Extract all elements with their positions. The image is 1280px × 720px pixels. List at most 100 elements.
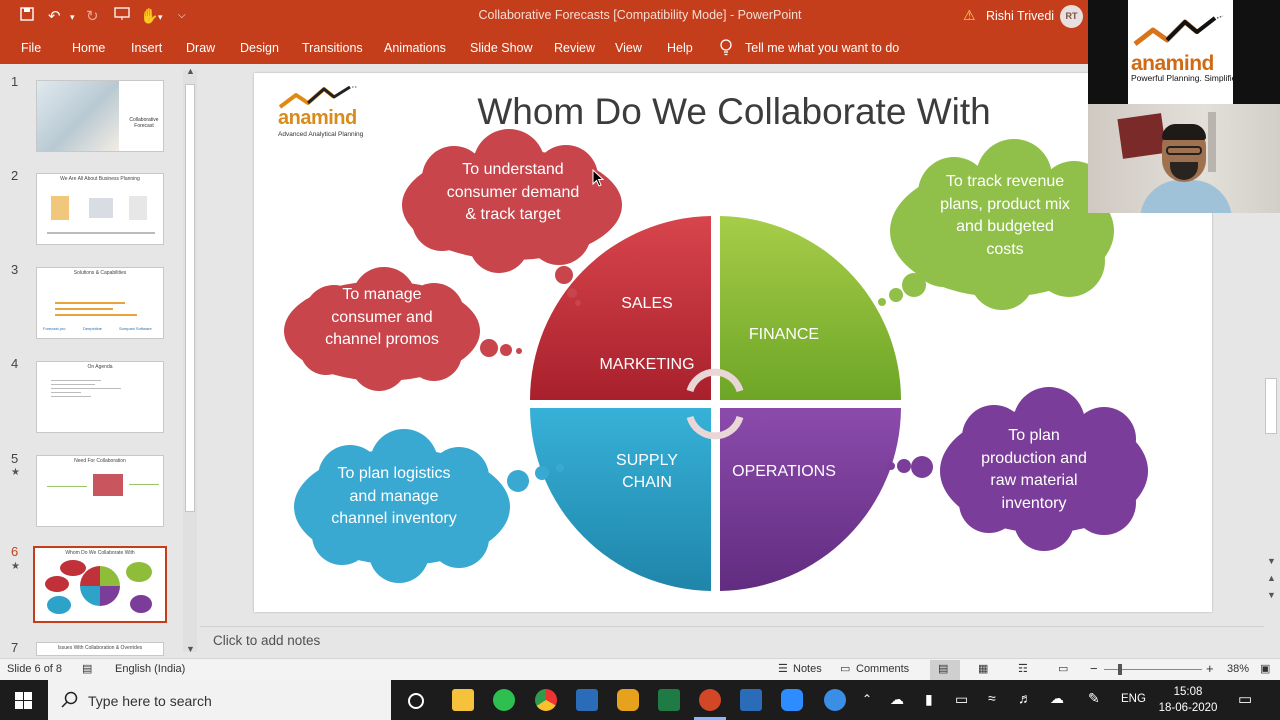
- slide-thumbnail-7[interactable]: Issues With Collaboration & Overrides: [36, 642, 164, 656]
- slide-counter[interactable]: Slide 6 of 8: [7, 663, 62, 675]
- zoom-slider-handle[interactable]: [1118, 664, 1122, 675]
- slideshow-icon[interactable]: ▭: [1058, 662, 1068, 675]
- clock-time: 15:08: [1173, 686, 1203, 698]
- thumb-graphic: [93, 474, 123, 496]
- thumb-bar: [51, 380, 101, 381]
- thumb-title: On Agenda: [87, 364, 113, 370]
- tray-chevron-icon[interactable]: ⌃: [862, 692, 872, 706]
- tab-slide-show[interactable]: Slide Show: [470, 41, 533, 55]
- next-slide-icon[interactable]: ▼: [1267, 590, 1276, 600]
- excel-icon[interactable]: [658, 689, 680, 711]
- tab-design[interactable]: Design: [240, 41, 279, 55]
- language-indicator[interactable]: English (India): [115, 663, 185, 675]
- warning-icon[interactable]: ⚠: [963, 7, 976, 24]
- thumb-diagram: [45, 560, 152, 614]
- quadrant-label-marketing: MARKETING: [599, 356, 695, 373]
- tab-insert[interactable]: Insert: [131, 41, 162, 55]
- taskbar-search-box[interactable]: Type here to search: [48, 680, 391, 720]
- slide-thumbnail-5[interactable]: Need For Collaboration: [36, 455, 164, 527]
- quadrant-label-finance: FINANCE: [748, 326, 820, 343]
- comment-icon[interactable]: ▭: [840, 662, 850, 675]
- thumb-number: 1: [11, 74, 19, 89]
- file-explorer-icon[interactable]: [452, 689, 474, 711]
- thumb-bar: [47, 232, 155, 234]
- thumb-photo: [37, 81, 119, 151]
- search-placeholder: Type here to search: [88, 693, 212, 709]
- clock-date: 18-06-2020: [1158, 702, 1218, 714]
- slide-thumbnail-1[interactable]: Collaborative Forecast: [36, 80, 164, 152]
- tell-me-search[interactable]: Tell me what you want to do: [745, 41, 899, 55]
- input-language[interactable]: ENG: [1121, 693, 1146, 705]
- thumb-title: Solutions & Capabilities: [73, 270, 127, 276]
- windows-start-icon[interactable]: [15, 692, 32, 709]
- comments-toggle[interactable]: Comments: [856, 663, 909, 675]
- notes-pane[interactable]: Click to add notes: [200, 626, 1264, 658]
- thumb-bar: [55, 302, 125, 304]
- fit-slide-icon[interactable]: ▣: [1260, 662, 1270, 675]
- thumb-number: 6: [11, 544, 19, 559]
- reading-view-icon[interactable]: ☶: [1018, 662, 1028, 675]
- app-icon[interactable]: [576, 689, 598, 711]
- slide-canvas[interactable]: anamind Advanced Analytical Planning Who…: [254, 73, 1212, 612]
- notes-icon[interactable]: ☰: [778, 662, 788, 675]
- thumb-title: We Are All About Business Planning: [60, 176, 140, 182]
- wifi-icon[interactable]: ≈: [988, 690, 996, 706]
- notes-placeholder[interactable]: Click to add notes: [213, 633, 320, 648]
- lightbulb-icon[interactable]: [718, 38, 734, 56]
- battery-icon[interactable]: ▭: [955, 691, 968, 708]
- app-icon[interactable]: [740, 689, 762, 711]
- tab-review[interactable]: Review: [554, 41, 595, 55]
- tab-home[interactable]: Home: [72, 41, 105, 55]
- chrome-icon[interactable]: [535, 689, 557, 711]
- tab-draw[interactable]: Draw: [186, 41, 215, 55]
- thumb-logo: Sompani Software: [119, 326, 152, 331]
- scroll-down-icon[interactable]: ▼: [1267, 556, 1276, 566]
- zoom-level[interactable]: 38%: [1227, 663, 1249, 675]
- avatar[interactable]: RT: [1060, 5, 1083, 28]
- zoom-app-icon[interactable]: [781, 689, 803, 711]
- volume-icon[interactable]: ♬: [1018, 690, 1032, 706]
- usb-icon[interactable]: ▮: [925, 691, 933, 708]
- tab-file[interactable]: File: [21, 41, 41, 55]
- logo-chart-icon: [1133, 15, 1224, 46]
- whatsapp-icon[interactable]: [493, 689, 515, 711]
- user-name[interactable]: Rishi Trivedi: [986, 9, 1054, 23]
- scroll-down-icon[interactable]: ▼: [186, 644, 195, 654]
- slide-thumbnail-4[interactable]: On Agenda: [36, 361, 164, 433]
- cortana-icon[interactable]: [406, 691, 426, 711]
- spellcheck-icon[interactable]: ▤: [82, 662, 92, 675]
- tab-transitions[interactable]: Transitions: [302, 41, 363, 55]
- cloud-sync-icon[interactable]: ☁: [1050, 690, 1064, 707]
- finance-quadrant: [720, 216, 901, 400]
- logo-tagline: Powerful Planning. Simplified: [1131, 73, 1242, 83]
- tab-animations[interactable]: Animations: [384, 41, 446, 55]
- quadrant-label-operations: OPERATIONS: [732, 463, 836, 480]
- thumb-bar: [51, 388, 121, 389]
- help-icon[interactable]: [824, 689, 846, 711]
- notifications-icon[interactable]: ▭: [1238, 690, 1252, 708]
- slide-thumbnail-6[interactable]: Whom Do We Collaborate With: [33, 546, 167, 623]
- onedrive-icon[interactable]: ☁: [890, 691, 904, 708]
- zoom-out-icon[interactable]: −: [1090, 661, 1098, 676]
- slide-sorter-icon[interactable]: ▦: [978, 662, 988, 675]
- thumb-bar: [51, 392, 81, 393]
- animation-star-icon: ★: [11, 561, 20, 572]
- thumb-title: Issues With Collaboration & Overrides: [57, 645, 143, 651]
- previous-slide-icon[interactable]: ▲: [1267, 573, 1276, 583]
- scroll-up-icon[interactable]: ▲: [186, 66, 195, 76]
- slide-thumbnail-2[interactable]: We Are All About Business Planning: [36, 173, 164, 245]
- tab-view[interactable]: View: [615, 41, 642, 55]
- slide-thumbnail-3[interactable]: Solutions & Capabilities Forecast pro De…: [36, 267, 164, 339]
- slack-icon[interactable]: [617, 689, 639, 711]
- powerpoint-icon[interactable]: [699, 689, 721, 711]
- zoom-in-icon[interactable]: +: [1206, 661, 1214, 676]
- notes-toggle[interactable]: Notes: [793, 663, 822, 675]
- slide-scrollbar-thumb[interactable]: [1265, 378, 1277, 434]
- tab-help[interactable]: Help: [667, 41, 693, 55]
- pen-icon[interactable]: ✎: [1088, 690, 1100, 707]
- thumb-logo: Deepinline: [83, 326, 102, 331]
- thumb-graphic: [51, 196, 69, 220]
- system-clock[interactable]: 15:08 18-06-2020: [1153, 684, 1223, 716]
- thumbnail-scrollbar-thumb[interactable]: [185, 84, 195, 512]
- cloud-text-supply-chain: To plan logistics and manage channel inv…: [331, 465, 457, 527]
